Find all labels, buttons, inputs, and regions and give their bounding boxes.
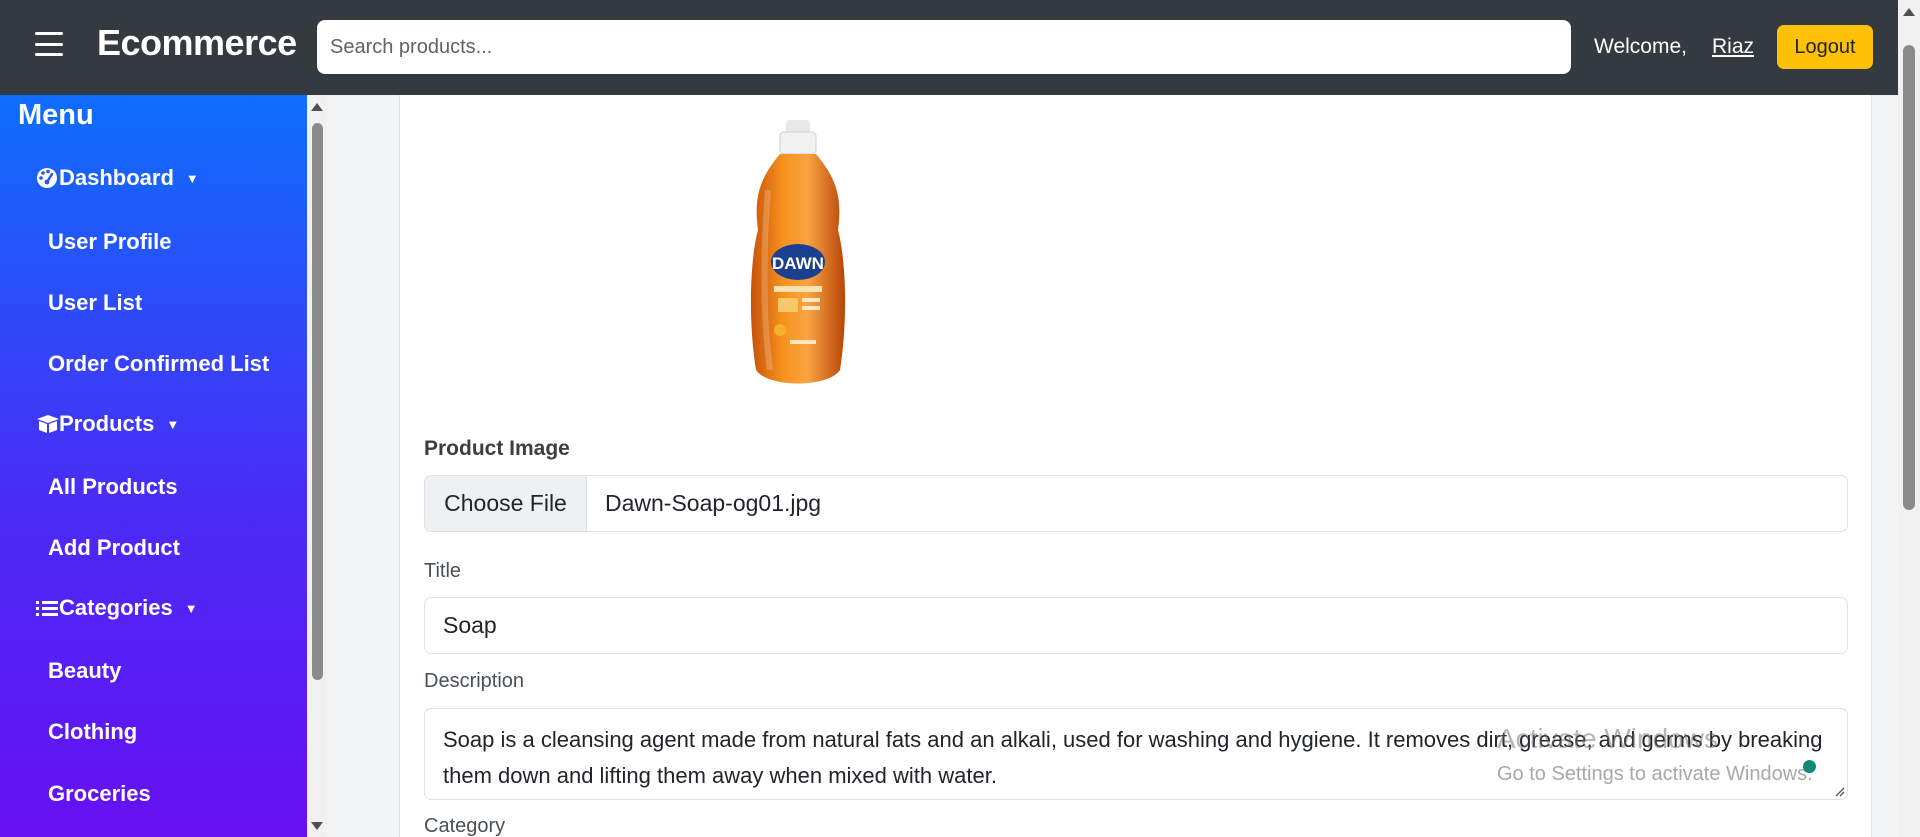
scroll-down-arrow-icon[interactable] (311, 822, 323, 830)
dashboard-gauge-icon (35, 167, 59, 189)
sidebar-item-add-product[interactable]: Add Product (48, 535, 180, 561)
list-icon (35, 597, 59, 619)
product-image-brand-text: DAWN (772, 254, 824, 273)
welcome-text: Welcome, (1594, 35, 1687, 58)
windows-watermark-subtitle: Go to Settings to activate Windows. (1497, 763, 1813, 785)
sidebar-item-order-confirmed-list[interactable]: Order Confirmed List (48, 351, 269, 377)
description-label: Description (424, 670, 525, 692)
brand-logo[interactable]: Ecommerce (97, 22, 297, 64)
sidebar-products-toggle[interactable]: Products ▼ (35, 411, 179, 437)
scroll-up-arrow-icon[interactable] (311, 103, 323, 111)
windows-watermark-title: Activate Windows (1497, 723, 1718, 754)
sidebar-item-all-products[interactable]: All Products (48, 474, 178, 500)
page-scrollbar-thumb[interactable] (1903, 45, 1915, 510)
category-label: Category (424, 815, 506, 837)
page-scrollbar[interactable] (1898, 0, 1920, 837)
sidebar-categories-toggle[interactable]: Categories ▼ (35, 595, 198, 621)
title-label: Title (424, 560, 462, 582)
sidebar-section-label: Dashboard (59, 165, 174, 190)
top-navbar: Ecommerce Welcome, Riaz Logout (0, 0, 1920, 95)
product-image-preview: DAWN (728, 120, 868, 390)
menu-title: Menu (18, 99, 94, 131)
username-link[interactable]: Riaz (1712, 35, 1754, 59)
sidebar-section-label: Products (59, 411, 155, 436)
scrollbar-thumb[interactable] (312, 123, 323, 680)
product-image-label: Product Image (424, 437, 570, 460)
sidebar-item-user-list[interactable]: User List (48, 290, 142, 316)
sidebar-item-beauty[interactable]: Beauty (48, 658, 121, 684)
sidebar-item-clothing[interactable]: Clothing (48, 719, 137, 745)
caret-down-icon: ▼ (185, 170, 199, 186)
choose-file-button[interactable]: Choose File (425, 476, 587, 531)
sidebar-item-user-profile[interactable]: User Profile (48, 229, 172, 255)
title-input[interactable]: Soap (424, 597, 1848, 654)
hamburger-menu-icon[interactable] (35, 32, 63, 56)
caret-down-icon: ▼ (166, 416, 180, 432)
file-input[interactable]: Choose File Dawn-Soap-og01.jpg (424, 475, 1848, 532)
sidebar-item-groceries[interactable]: Groceries (48, 781, 151, 807)
sidebar-section-label: Categories (59, 595, 173, 620)
logout-button[interactable]: Logout (1777, 25, 1873, 69)
sidebar-scrollbar[interactable] (307, 95, 327, 837)
sidebar: Menu Dashboard ▼ User Profile User List … (0, 95, 307, 837)
scroll-up-arrow-icon[interactable] (1903, 8, 1915, 16)
sidebar-dashboard-toggle[interactable]: Dashboard ▼ (35, 165, 199, 191)
resize-handle-icon[interactable] (1833, 785, 1845, 797)
search-input[interactable] (317, 20, 1571, 74)
caret-down-icon: ▼ (184, 600, 198, 616)
box-icon (35, 413, 59, 435)
selected-file-name: Dawn-Soap-og01.jpg (605, 490, 822, 516)
status-dot-icon (1803, 760, 1816, 773)
